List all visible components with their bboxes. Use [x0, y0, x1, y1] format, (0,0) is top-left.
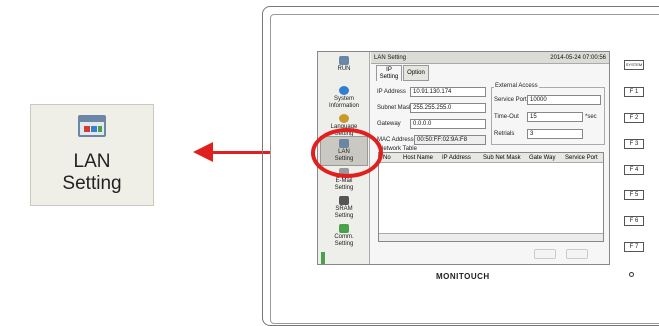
sidebar-item-sram-setting[interactable]: SRAM Setting: [320, 194, 368, 224]
page-title: LAN Setting: [374, 55, 407, 61]
gateway-field[interactable]: 0.0.0.0: [410, 119, 486, 129]
sidebar-item-comm-setting[interactable]: Comm. Setting: [320, 222, 368, 252]
timeout-unit: *sec: [585, 114, 597, 120]
pointer-arrow-head: [193, 142, 213, 162]
disabled-button-2[interactable]: [566, 249, 588, 259]
col-service-port: Service Port: [565, 155, 598, 161]
horizontal-scrollbar[interactable]: [379, 233, 603, 241]
disabled-button-1[interactable]: [534, 249, 556, 259]
col-host-name: Host Name: [403, 155, 434, 161]
sidebar-item-system-information[interactable]: System Information: [320, 84, 368, 114]
scroll-up-arrow-icon[interactable]: [321, 252, 325, 264]
monitor-icon: [339, 56, 349, 65]
external-access-title: External Access: [494, 83, 539, 89]
tab-ip-setting[interactable]: IP Setting: [376, 65, 402, 81]
col-sub-net-mask: Sub Net Mask: [483, 155, 521, 161]
mac-address-field: 00:50:FF:02:9A:F8: [414, 135, 486, 145]
f2-key[interactable]: F 2: [624, 113, 644, 123]
tab-option[interactable]: Option: [403, 65, 429, 81]
globe-icon: [339, 114, 349, 123]
col-no: No: [383, 155, 391, 161]
f7-key[interactable]: F 7: [624, 242, 644, 252]
comm-icon: [339, 224, 349, 233]
timeout-label: Time-Out: [494, 114, 519, 120]
gateway-label: Gateway: [377, 121, 401, 127]
timestamp: 2014-05-24 07:00:56: [550, 55, 606, 61]
timeout-field[interactable]: 15: [527, 112, 583, 122]
f3-key[interactable]: F 3: [624, 139, 644, 149]
service-port-label: Service Port: [494, 97, 527, 103]
info-icon: [339, 86, 349, 95]
f5-key[interactable]: F 5: [624, 190, 644, 200]
brand-logo: MONITOUCH: [436, 272, 490, 281]
f1-key[interactable]: F 1: [624, 87, 644, 97]
lan-icon: [78, 115, 106, 137]
ip-address-label: IP Address: [377, 89, 406, 95]
f6-key[interactable]: F 6: [624, 216, 644, 226]
sram-icon: [339, 196, 349, 205]
retrials-label: Retrials: [494, 131, 515, 137]
subnet-mask-label: Subnet Mask: [377, 105, 413, 111]
network-table-header: No Host Name IP Address Sub Net Mask Gat…: [379, 153, 603, 163]
window-titlebar: LAN Setting 2014-05-24 07:00:56: [371, 52, 609, 64]
lan-setting-zoom-callout: LAN Setting: [30, 104, 154, 206]
retrials-field[interactable]: 3: [527, 129, 583, 139]
service-port-field[interactable]: 10000: [527, 95, 601, 105]
sidebar-item-run[interactable]: RUN: [320, 54, 368, 84]
highlight-circle: [311, 128, 383, 178]
zoom-label: LAN Setting: [62, 151, 122, 194]
ip-address-field[interactable]: 10.91.130.174: [410, 87, 486, 97]
network-table: No Host Name IP Address Sub Net Mask Gat…: [378, 152, 604, 242]
f4-key[interactable]: F 4: [624, 165, 644, 175]
col-ip-address: IP Address: [442, 155, 471, 161]
power-led-icon: [629, 272, 634, 277]
mac-address-label: MAC Address: [377, 137, 414, 143]
col-gate-way: Gate Way: [529, 155, 556, 161]
subnet-mask-field[interactable]: 255.255.255.0: [410, 103, 486, 113]
system-key[interactable]: SYSTEM: [624, 60, 644, 70]
